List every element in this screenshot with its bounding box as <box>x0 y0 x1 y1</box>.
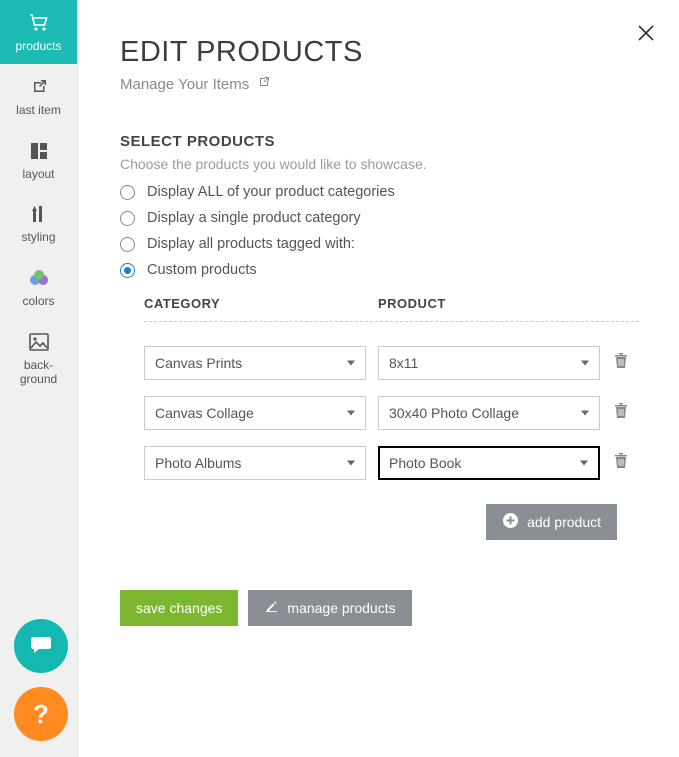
manage-products-label: manage products <box>287 600 395 616</box>
radio-option-2[interactable]: Display all products tagged with: <box>120 236 639 252</box>
sidebar-item-label: styling <box>21 231 55 245</box>
sidebar-item-styling[interactable]: styling <box>0 191 77 255</box>
image-icon <box>28 331 50 353</box>
page-subtitle: Manage Your Items <box>120 76 249 93</box>
sidebar-item-label: products <box>15 40 61 54</box>
section-title: SELECT PRODUCTS <box>120 133 639 150</box>
help-fab[interactable]: ? <box>14 687 68 741</box>
main-panel: EDIT PRODUCTS Manage Your Items SELECT P… <box>78 0 679 757</box>
trash-icon <box>614 403 628 424</box>
product-select[interactable]: 30x40 Photo Collage <box>378 396 600 430</box>
delete-row-button[interactable] <box>612 403 630 424</box>
styling-icon <box>28 203 50 225</box>
radio-label: Display ALL of your product categories <box>147 184 395 200</box>
delete-row-button[interactable] <box>612 453 630 474</box>
category-select[interactable]: Photo Albums <box>144 446 366 480</box>
product-select[interactable]: Photo Book <box>378 446 600 480</box>
radio-option-3[interactable]: Custom products <box>120 262 639 278</box>
sidebar-item-layout[interactable]: layout <box>0 128 77 192</box>
radio-option-0[interactable]: Display ALL of your product categories <box>120 184 639 200</box>
radio-label: Display a single product category <box>147 210 361 226</box>
radio-label: Display all products tagged with: <box>147 236 355 252</box>
product-row: Canvas Collage 30x40 Photo Collage <box>144 396 639 430</box>
manage-products-button[interactable]: manage products <box>248 590 411 626</box>
radio-label: Custom products <box>147 262 257 278</box>
sidebar-item-background[interactable]: back- ground <box>0 319 77 397</box>
product-table: CATEGORY PRODUCT Canvas Prints8x11Canvas… <box>144 296 639 540</box>
sidebar-item-colors[interactable]: colors <box>0 255 77 319</box>
add-product-button[interactable]: add product <box>486 504 617 540</box>
save-changes-label: save changes <box>136 600 222 616</box>
product-row: Photo Albums Photo Book <box>144 446 639 480</box>
grid-icon <box>28 140 50 162</box>
sidebar-item-products[interactable]: products <box>0 0 77 64</box>
section-description: Choose the products you would like to sh… <box>120 156 639 172</box>
product-row: Canvas Prints 8x11 <box>144 346 639 380</box>
category-select[interactable]: Canvas Collage <box>144 396 366 430</box>
col-header-product: PRODUCT <box>378 296 600 311</box>
category-select[interactable]: Canvas Prints <box>144 346 366 380</box>
chat-fab[interactable] <box>14 619 68 673</box>
palette-icon <box>28 267 50 289</box>
radio-button[interactable] <box>120 263 135 278</box>
cart-icon <box>28 12 50 34</box>
page-title: EDIT PRODUCTS <box>120 36 639 69</box>
help-label: ? <box>33 699 49 730</box>
edit-icon <box>264 599 279 617</box>
plus-circle-icon <box>502 512 519 532</box>
sidebar-item-label: layout <box>22 168 54 182</box>
radio-button[interactable] <box>120 211 135 226</box>
radio-button[interactable] <box>120 237 135 252</box>
external-link-icon[interactable] <box>257 75 271 93</box>
close-button[interactable] <box>637 24 655 47</box>
product-select[interactable]: 8x11 <box>378 346 600 380</box>
chat-icon <box>27 630 55 663</box>
sidebar-item-lastitem[interactable]: last item <box>0 64 77 128</box>
add-product-label: add product <box>527 514 601 530</box>
col-header-category: CATEGORY <box>144 296 366 311</box>
trash-icon <box>614 353 628 374</box>
radio-option-1[interactable]: Display a single product category <box>120 210 639 226</box>
save-changes-button[interactable]: save changes <box>120 590 238 626</box>
external-icon <box>28 76 50 98</box>
delete-row-button[interactable] <box>612 353 630 374</box>
sidebar-item-label: last item <box>16 104 61 118</box>
sidebar-item-label: colors <box>22 295 54 309</box>
sidebar-item-label: back- ground <box>20 359 57 387</box>
trash-icon <box>614 453 628 474</box>
radio-button[interactable] <box>120 185 135 200</box>
